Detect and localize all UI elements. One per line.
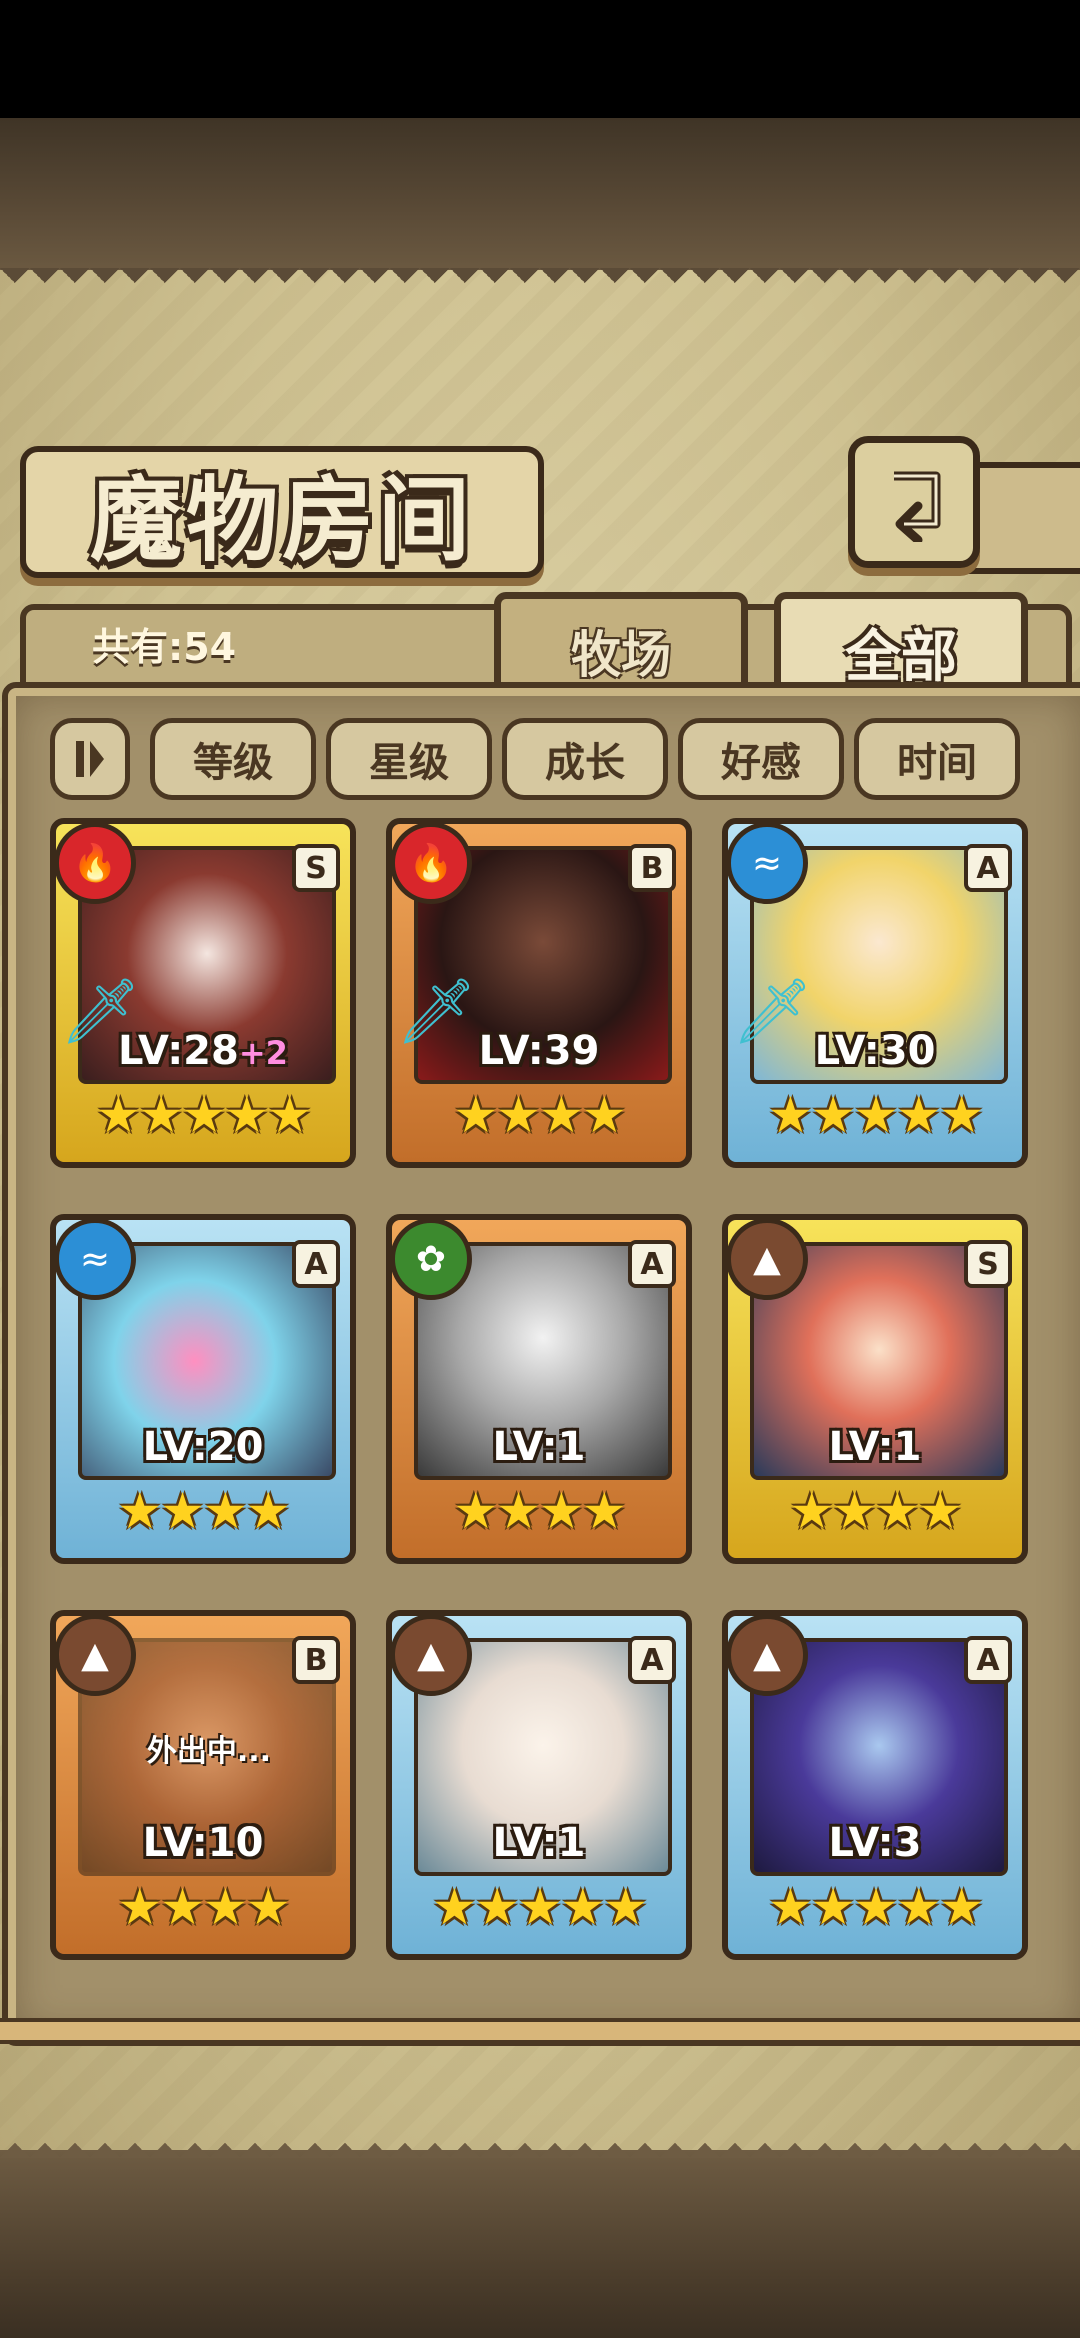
monster-card[interactable]: ▲ S LV:1 ★★★★: [722, 1214, 1028, 1564]
sort-button-growth[interactable]: 成长: [502, 718, 668, 800]
monster-card[interactable]: ▲ B 外出中... LV:10 ★★★★: [50, 1610, 356, 1960]
earth-element-icon: ▲: [56, 1616, 136, 1696]
monster-card[interactable]: ▲ A LV:1 ★★★★★: [386, 1610, 692, 1960]
map-background-top: [0, 118, 1080, 278]
monster-level: LV:1: [392, 1424, 686, 1470]
earth-element-icon: ▲: [392, 1616, 472, 1696]
rank-badge: A: [292, 1240, 340, 1288]
monster-card[interactable]: ✿ A LV:1 ★★★★: [386, 1214, 692, 1564]
star-rating: ★★★★★: [431, 1878, 648, 1936]
star-rating: ★★★★: [117, 1878, 290, 1936]
rank-badge: A: [628, 1240, 676, 1288]
rank-badge: A: [964, 844, 1012, 892]
pause-sort-icon: [76, 741, 104, 777]
rank-badge: S: [964, 1240, 1012, 1288]
rank-badge: B: [292, 1636, 340, 1684]
map-background-bottom: [0, 2150, 1080, 2338]
monster-level: LV:39: [392, 1028, 686, 1074]
level-text: LV:39: [478, 1028, 600, 1074]
level-text: LV:10: [142, 1820, 264, 1866]
star-rating: ★★★★★: [95, 1086, 312, 1144]
level-bonus: +2: [238, 1034, 288, 1072]
page-title: 魔物房间: [89, 465, 474, 574]
fire-element-icon: 🔥: [56, 824, 136, 904]
sort-button-level[interactable]: 等级: [150, 718, 316, 800]
level-text: LV:30: [814, 1028, 936, 1074]
star-rating: ★★★★: [453, 1482, 626, 1540]
water-element-icon: ≈: [728, 824, 808, 904]
monster-card[interactable]: 🔥 S 🗡 LV:28+2 ★★★★★: [50, 818, 356, 1168]
level-text: LV:1: [492, 1424, 586, 1470]
zigzag-border-bottom: [0, 2128, 1080, 2158]
star-rating: ★★★★★: [767, 1878, 984, 1936]
sort-order-toggle[interactable]: [50, 718, 130, 800]
sort-button-stars[interactable]: 星级: [326, 718, 492, 800]
monster-card[interactable]: ≈ A 🗡 LV:30 ★★★★★: [722, 818, 1028, 1168]
monster-level: LV:1: [728, 1424, 1022, 1470]
water-element-icon: ≈: [56, 1220, 136, 1300]
rank-badge: S: [292, 844, 340, 892]
monster-level: LV:28+2: [56, 1028, 350, 1074]
monster-level: LV:20: [56, 1424, 350, 1470]
monster-level: LV:3: [728, 1820, 1022, 1866]
leaf-element-icon: ✿: [392, 1220, 472, 1300]
level-text: LV:20: [142, 1424, 264, 1470]
panel-bottom-rail: [0, 2018, 1080, 2044]
star-rating: ★★★★: [117, 1482, 290, 1540]
star-rating: ★★★★: [453, 1086, 626, 1144]
level-text: LV:28: [118, 1028, 239, 1074]
level-text: LV:1: [492, 1820, 586, 1866]
monster-card[interactable]: 🔥 B 🗡 LV:39 ★★★★: [386, 818, 692, 1168]
rank-badge: B: [628, 844, 676, 892]
sort-button-time[interactable]: 时间: [854, 718, 1020, 800]
level-text: LV:1: [828, 1424, 922, 1470]
monster-card[interactable]: ≈ A LV:20 ★★★★: [50, 1214, 356, 1564]
monster-count: 共有:54: [92, 625, 237, 669]
rank-badge: A: [628, 1636, 676, 1684]
away-status: 外出中...: [146, 1734, 272, 1769]
title-plate: 魔物房间: [20, 446, 544, 578]
back-button[interactable]: [848, 436, 980, 568]
monster-level: LV:1: [392, 1820, 686, 1866]
zigzag-border-top: [0, 268, 1080, 298]
fire-element-icon: 🔥: [392, 824, 472, 904]
earth-element-icon: ▲: [728, 1220, 808, 1300]
monster-level: LV:10: [56, 1820, 350, 1866]
star-rating: ★★★★: [789, 1482, 962, 1540]
monster-card[interactable]: ▲ A LV:3 ★★★★★: [722, 1610, 1028, 1960]
earth-element-icon: ▲: [728, 1616, 808, 1696]
sort-button-affection[interactable]: 好感: [678, 718, 844, 800]
star-rating: ★★★★★: [767, 1086, 984, 1144]
return-arrow-icon: [894, 471, 941, 542]
rank-badge: A: [964, 1636, 1012, 1684]
status-bar: [0, 0, 1080, 118]
monster-level: LV:30: [728, 1028, 1022, 1074]
level-text: LV:3: [828, 1820, 922, 1866]
